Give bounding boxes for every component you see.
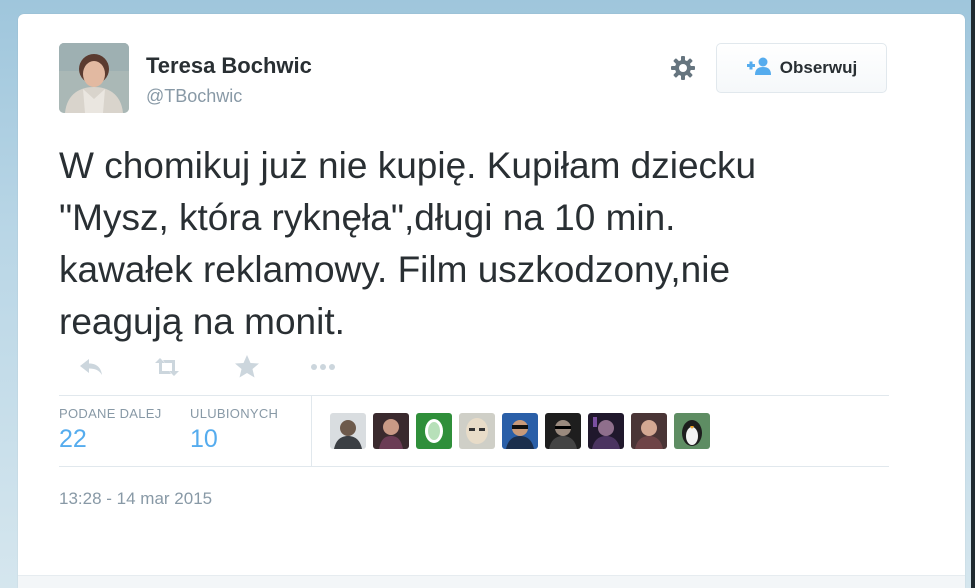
retweets-stat[interactable]: PODANE DALEJ 22	[59, 406, 162, 454]
user-avatar[interactable]	[416, 413, 452, 449]
tweet-text: W chomikuj już nie kupię. Kupiłam dzieck…	[59, 140, 919, 348]
user-avatar[interactable]	[502, 413, 538, 449]
author-avatar[interactable]	[59, 43, 129, 113]
more-icon[interactable]	[308, 352, 338, 382]
favorites-label: ULUBIONYCH	[190, 406, 279, 421]
user-avatar[interactable]	[588, 413, 624, 449]
favorites-count: 10	[190, 425, 218, 453]
add-user-icon	[746, 56, 772, 81]
tweet-text-line: kawałek reklamowy. Film uszkodzony,nie	[59, 249, 731, 290]
retweet-icon[interactable]	[152, 352, 182, 382]
author-name[interactable]: Teresa Bochwic	[146, 53, 312, 79]
user-avatar[interactable]	[330, 413, 366, 449]
tweet-text-line: W chomikuj już nie kupię. Kupiłam dzieck…	[59, 145, 757, 186]
window-edge	[971, 0, 975, 588]
follow-button[interactable]: Obserwuj	[716, 43, 887, 93]
user-avatar[interactable]	[545, 413, 581, 449]
user-avatar[interactable]	[631, 413, 667, 449]
reply-icon[interactable]	[76, 352, 106, 382]
tweet-timestamp[interactable]: 13:28 - 14 mar 2015	[59, 489, 212, 509]
gear-icon[interactable]	[668, 53, 698, 83]
favorites-stat[interactable]: ULUBIONYCH 10	[190, 406, 278, 454]
star-icon[interactable]	[232, 352, 262, 382]
divider	[59, 466, 889, 467]
retweets-count: 22	[59, 425, 87, 453]
tweet-text-line: reagują na monit.	[59, 301, 345, 342]
user-avatar[interactable]	[373, 413, 409, 449]
user-avatar[interactable]	[459, 413, 495, 449]
user-avatar[interactable]	[674, 413, 710, 449]
author-handle[interactable]: @TBochwic	[146, 86, 242, 107]
divider	[311, 396, 312, 466]
tweet-text-line: "Mysz, która ryknęła",długi na 10 min.	[59, 197, 676, 238]
divider	[59, 395, 889, 396]
retweets-label: PODANE DALEJ	[59, 406, 162, 421]
follow-button-label: Obserwuj	[779, 58, 858, 77]
card-footer-strip	[18, 575, 965, 588]
